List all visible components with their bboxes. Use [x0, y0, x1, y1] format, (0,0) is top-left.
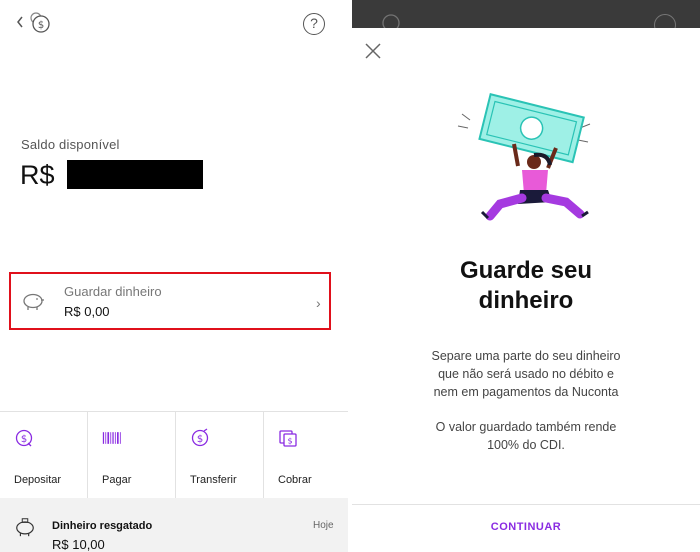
- save-money-modal: Guarde seu dinheiro Separe uma parte do …: [352, 0, 700, 552]
- svg-text:$: $: [287, 437, 292, 446]
- balance-label: Saldo disponível: [21, 137, 120, 152]
- charge-icon: $: [279, 430, 297, 447]
- coin-icon: $: [30, 12, 50, 33]
- hidden-balance-value: [67, 160, 203, 189]
- action-label: Pagar: [102, 474, 132, 486]
- save-card-amount: R$ 0,00: [64, 304, 110, 319]
- coin-icon: [382, 14, 400, 28]
- close-icon[interactable]: [364, 42, 382, 60]
- activity-item[interactable]: Dinheiro resgatado R$ 10,00 Hoje: [0, 498, 348, 552]
- svg-text:$: $: [21, 434, 27, 445]
- balance-currency: R$: [20, 160, 55, 190]
- account-screen: $ ? Saldo disponível R$ Guardar dinheiro…: [0, 0, 348, 552]
- modal-title: Guarde seu dinheiro: [352, 256, 700, 316]
- modal-title-line: dinheiro: [478, 287, 574, 314]
- description-line: que não será usado no débito e: [438, 367, 614, 381]
- divider: [352, 504, 700, 505]
- save-card-title: Guardar dinheiro: [64, 284, 162, 299]
- help-icon: [654, 14, 676, 28]
- description-line: nem em pagamentos da Nuconta: [433, 385, 619, 399]
- modal-description: Separe uma parte do seu dinheiro que não…: [352, 347, 700, 401]
- transfer-coin-icon: $: [191, 428, 209, 447]
- back-chevron-icon[interactable]: [14, 12, 26, 32]
- screen-root: $ ? Saldo disponível R$ Guardar dinheiro…: [0, 0, 700, 552]
- barcode-icon: [102, 432, 121, 444]
- action-label: Depositar: [14, 474, 62, 486]
- help-button[interactable]: ?: [303, 13, 325, 35]
- save-money-card[interactable]: Guardar dinheiro R$ 0,00 ›: [9, 272, 331, 330]
- action-bar: $ Depositar Pagar $ Transferir $ Cobrar: [0, 412, 348, 498]
- woman-carrying-money-illustration: [457, 93, 591, 221]
- activity-date: Hoje: [313, 520, 334, 531]
- chevron-right-icon: ›: [316, 295, 321, 311]
- action-label: Transferir: [190, 474, 237, 486]
- svg-text:$: $: [197, 434, 203, 445]
- activity-value: R$ 10,00: [52, 537, 105, 552]
- piggy-bank-icon: [16, 518, 34, 537]
- top-bar: $ ?: [0, 0, 348, 48]
- action-deposit[interactable]: $ Depositar: [0, 412, 88, 498]
- action-label: Cobrar: [278, 474, 312, 486]
- deposit-coin-icon: $: [15, 429, 33, 447]
- continue-button[interactable]: CONTINUAR: [352, 521, 700, 533]
- action-pay[interactable]: Pagar: [88, 412, 176, 498]
- activity-title: Dinheiro resgatado: [52, 520, 153, 532]
- action-transfer[interactable]: $ Transferir: [176, 412, 264, 498]
- description-line: 100% do CDI.: [487, 438, 565, 452]
- action-charge[interactable]: $ Cobrar: [264, 412, 348, 498]
- piggy-bank-icon: [23, 293, 44, 310]
- svg-text:$: $: [38, 20, 44, 31]
- modal-title-line: Guarde seu: [459, 257, 593, 284]
- description-line: O valor guardado também rende: [435, 420, 617, 434]
- dimmed-header: [352, 0, 700, 28]
- description-line: Separe uma parte do seu dinheiro: [431, 349, 621, 363]
- modal-description-secondary: O valor guardado também rende 100% do CD…: [352, 418, 700, 454]
